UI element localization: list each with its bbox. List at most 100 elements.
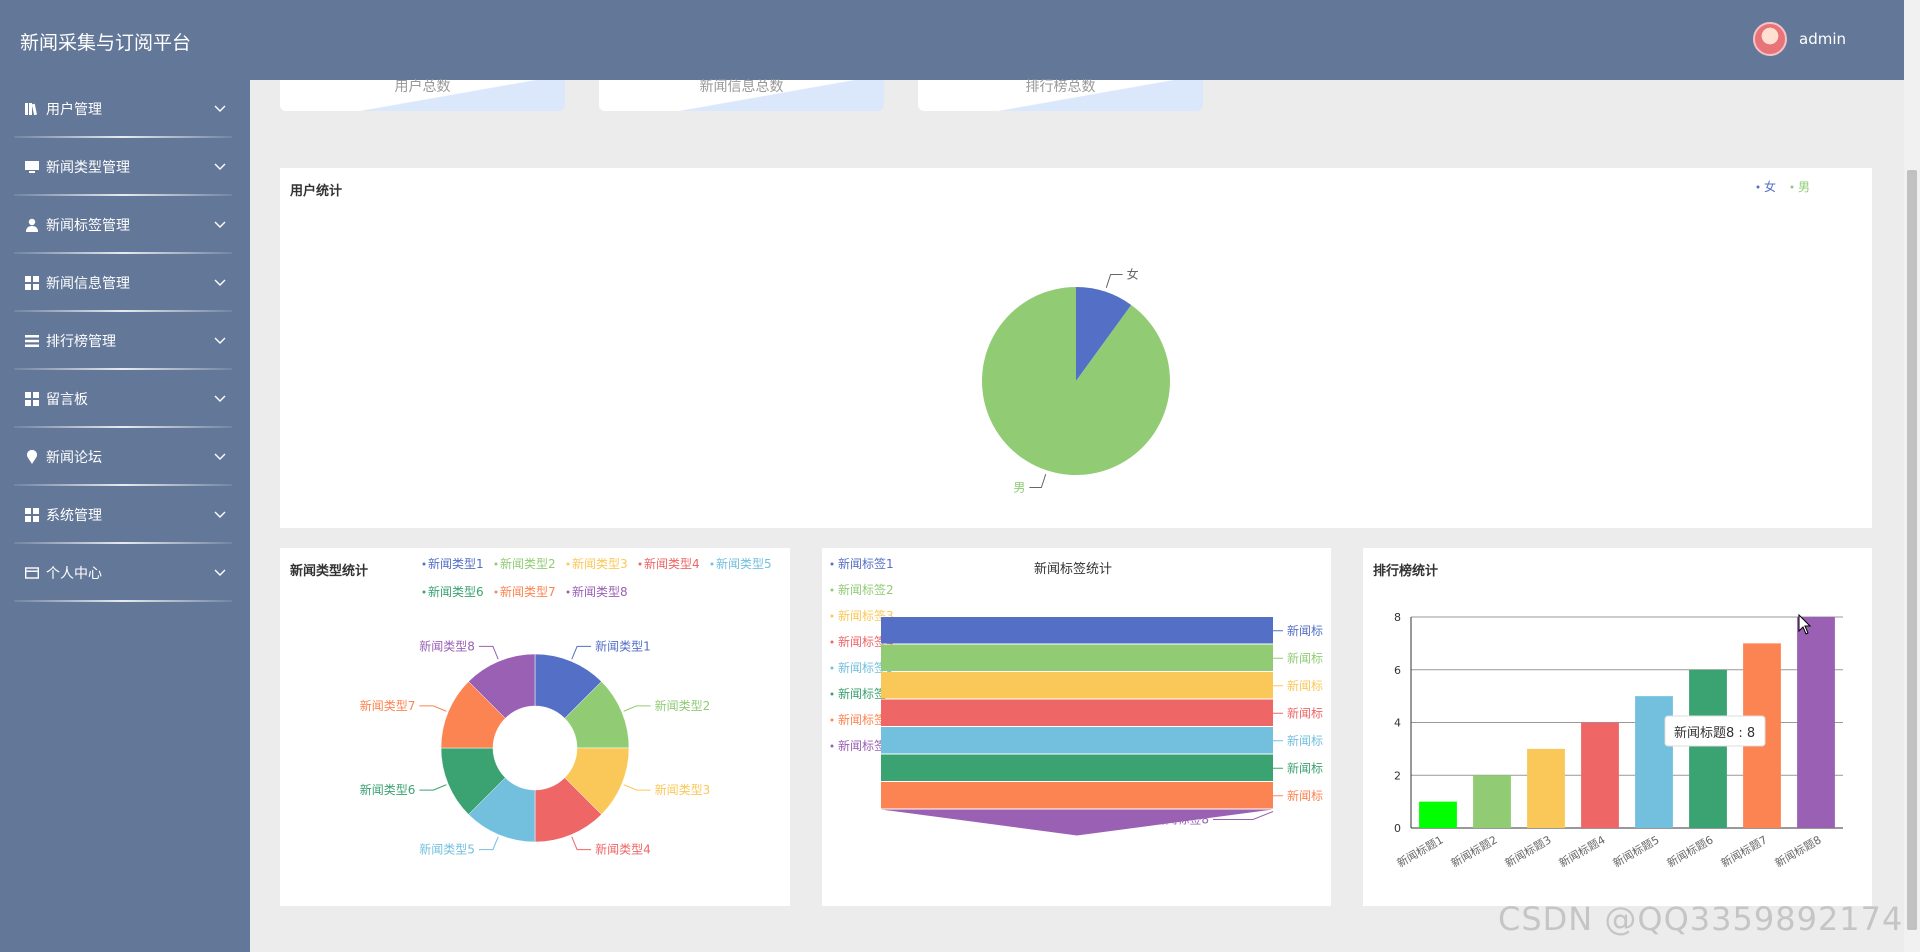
funnel-band[interactable] — [881, 782, 1273, 809]
funnel-band[interactable] — [881, 644, 1273, 672]
sidebar: 用户管理新闻类型管理 新闻标签管理新闻信息管理排行榜管理留言板新闻论坛系统管理个人… — [0, 80, 250, 952]
legend-marker — [830, 588, 834, 592]
sidebar-item-5[interactable]: 留言板 — [0, 370, 250, 428]
rank-stats-panel: 排行榜统计 0 2 4 6 8 新闻标题1 新闻标题2 新闻标题3 新闻标题4 新闻标题5 新闻标题… — [1363, 548, 1872, 906]
chevron-down-icon[interactable] — [210, 163, 230, 171]
donut-label-line — [419, 784, 447, 791]
sidebar-item-3[interactable]: 新闻信息管理 — [0, 254, 250, 312]
user-stats-panel: 用户统计 女男男女 — [280, 168, 1872, 528]
user-menu[interactable]: admin — [1753, 22, 1846, 56]
pie-slice[interactable] — [982, 287, 1170, 475]
pie-label: 女 — [1127, 266, 1139, 281]
donut-label-line — [623, 705, 651, 712]
username[interactable]: admin — [1799, 30, 1846, 48]
funnel-band[interactable] — [881, 727, 1273, 754]
funnel-band[interactable] — [881, 699, 1273, 727]
y-tick-label: 0 — [1394, 822, 1401, 835]
sidebar-item-label: 用户管理 — [46, 102, 102, 118]
bar[interactable] — [1581, 722, 1619, 829]
legend-item: 新闻类型3 — [572, 556, 628, 571]
legend-marker — [422, 590, 426, 594]
location-pin-icon — [24, 449, 40, 465]
sidebar-item-4[interactable]: 排行榜管理 — [0, 312, 250, 370]
legend-marker — [830, 692, 834, 696]
chevron-down-icon[interactable] — [210, 569, 230, 577]
sidebar-item-1[interactable]: 新闻类型管理 — [0, 138, 250, 196]
sidebar-item-label: 系统管理 — [46, 508, 102, 524]
legend-item: 新闻类型4 — [644, 556, 700, 571]
x-tick-label: 新闻标题2 — [1448, 832, 1499, 870]
funnel-label: 新闻标 — [1287, 733, 1323, 748]
x-tick-label: 新闻标题5 — [1610, 832, 1661, 870]
sidebar-item-2[interactable]: 新闻标签管理 — [0, 196, 250, 254]
sidebar-item-label: 新闻标签管理 — [46, 218, 130, 234]
x-tick-label: 新闻标题7 — [1718, 832, 1769, 870]
legend-marker — [566, 562, 570, 566]
sidebar-item-7[interactable]: 系统管理 — [0, 486, 250, 544]
sidebar-item-label: 新闻类型管理 — [46, 160, 130, 176]
funnel-label: 新闻标签8 — [1153, 812, 1209, 827]
sidebar-item-0[interactable]: 用户管理 — [0, 80, 250, 138]
funnel-band[interactable] — [881, 672, 1273, 699]
sidebar-item-label: 留言板 — [46, 392, 88, 408]
funnel-label: 新闻标 — [1287, 760, 1323, 775]
funnel-label: 新闻标 — [1287, 623, 1323, 638]
donut-label-line — [478, 645, 499, 660]
chevron-down-icon[interactable] — [210, 279, 230, 287]
legend-item: 新闻类型5 — [716, 556, 772, 571]
page-scrollbar[interactable] — [1904, 0, 1920, 952]
legend-marker — [710, 562, 714, 566]
legend-item: 男 — [1798, 180, 1810, 194]
sidebar-item-label: 排行榜管理 — [46, 334, 116, 350]
card-icon — [24, 565, 40, 581]
funnel-label: 新闻标 — [1287, 678, 1323, 693]
legend-marker — [422, 562, 426, 566]
stat-card-label: 新闻信息总数 — [699, 79, 784, 95]
grid-icon — [24, 391, 40, 407]
rank-bar-chart: 0 2 4 6 8 新闻标题1 新闻标题2 新闻标题3 新闻标题4 新闻标题5 新闻标题6 新闻标题7… — [1394, 611, 1843, 870]
pie-label-line — [1105, 273, 1123, 288]
scrollbar-thumb[interactable] — [1907, 170, 1917, 930]
tag-funnel-chart: 新闻标签1新闻标签2新闻标签3新闻标签4新闻标签5新闻标签6新闻标签7新闻标签8… — [830, 556, 1323, 836]
legend-marker — [1756, 185, 1760, 189]
funnel-band[interactable] — [881, 809, 1273, 836]
chevron-down-icon[interactable] — [210, 337, 230, 345]
legend-item: 新闻类型7 — [500, 584, 556, 599]
chevron-down-icon[interactable] — [210, 105, 230, 113]
y-tick-label: 8 — [1394, 611, 1401, 624]
chevron-down-icon[interactable] — [210, 221, 230, 229]
bar[interactable] — [1473, 775, 1511, 828]
donut-label-line — [419, 705, 447, 712]
chevron-down-icon[interactable] — [210, 453, 230, 461]
legend-marker — [830, 718, 834, 722]
grid-icon — [24, 507, 40, 523]
funnel-label: 新闻标 — [1287, 788, 1323, 803]
legend-item: 新闻类型2 — [500, 556, 556, 571]
grid-icon — [24, 275, 40, 291]
watermark: CSDN @QQ3359892174 — [1498, 900, 1904, 938]
stat-card-label: 排行榜总数 — [1025, 79, 1096, 95]
sidebar-item-8[interactable]: 个人中心 — [0, 544, 250, 602]
bar[interactable] — [1527, 748, 1565, 828]
bar[interactable] — [1419, 801, 1457, 828]
stat-card-news: 新闻信息总数 — [599, 79, 884, 111]
stat-card-users: 用户总数 — [280, 79, 565, 111]
funnel-band[interactable] — [881, 617, 1273, 644]
legend-marker — [494, 562, 498, 566]
legend-marker — [830, 562, 834, 566]
chevron-down-icon[interactable] — [210, 395, 230, 403]
user-icon — [24, 217, 40, 233]
sidebar-item-6[interactable]: 新闻论坛 — [0, 428, 250, 486]
chevron-down-icon[interactable] — [210, 511, 230, 519]
x-tick-label: 新闻标题1 — [1394, 832, 1445, 870]
legend-marker — [566, 590, 570, 594]
funnel-label: 新闻标 — [1287, 650, 1323, 665]
funnel-band[interactable] — [881, 754, 1273, 782]
tag-stats-panel: 新闻标签统计 新闻标签1 新闻标签2 新闻标签3 新闻标签4 新闻标签5 新闻标签6 新闻标… — [822, 548, 1331, 906]
bar[interactable] — [1689, 669, 1727, 828]
donut-label: 新闻类型7 — [360, 698, 416, 713]
avatar[interactable] — [1753, 22, 1787, 56]
user-pie-chart: 女男男女 — [982, 179, 1810, 495]
bar[interactable] — [1797, 617, 1835, 828]
donut-label-line — [571, 645, 592, 660]
